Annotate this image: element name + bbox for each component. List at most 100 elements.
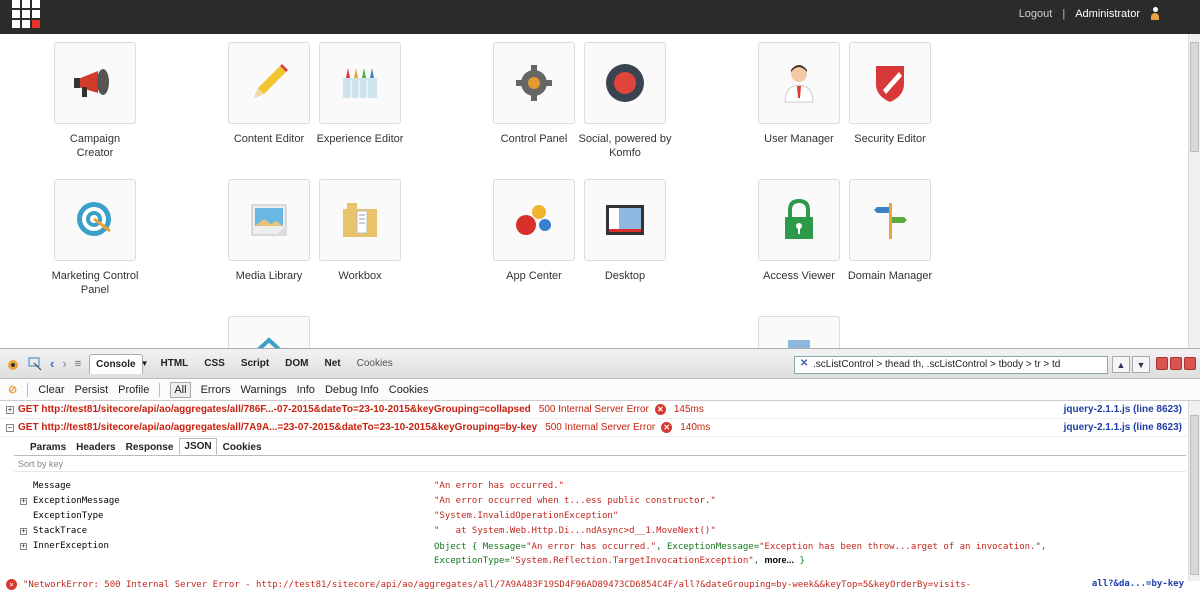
minimize-icon[interactable]: [1156, 357, 1168, 370]
sitecore-logo-icon[interactable]: [12, 0, 40, 28]
filter-errors[interactable]: Errors: [201, 384, 231, 396]
tab-headers[interactable]: Headers: [72, 440, 119, 455]
app-center-icon[interactable]: [493, 179, 575, 261]
request-status: 500 Internal Server Error: [545, 422, 656, 433]
tab-console[interactable]: Console: [89, 353, 143, 374]
filter-debug-info[interactable]: Debug Info: [325, 384, 379, 396]
tab-dom[interactable]: DOM: [281, 355, 312, 372]
folder-icon[interactable]: [319, 179, 401, 261]
inspect-icon[interactable]: [28, 357, 42, 371]
json-row[interactable]: + ExceptionMessage: [20, 496, 120, 510]
tile-partial[interactable]: [758, 316, 840, 348]
logout-link[interactable]: Logout: [1019, 8, 1053, 20]
expand-icon[interactable]: +: [20, 543, 27, 550]
console-scrollbar[interactable]: [1188, 401, 1200, 581]
command-line-icon[interactable]: ≡: [75, 358, 81, 370]
json-row[interactable]: ExceptionType: [20, 511, 103, 525]
json-key: ExceptionMessage: [33, 496, 120, 506]
profile-button[interactable]: Profile: [118, 384, 149, 396]
persist-button[interactable]: Persist: [75, 384, 109, 396]
close-icon[interactable]: ✕: [800, 358, 808, 369]
target-icon[interactable]: [54, 179, 136, 261]
pencil-icon[interactable]: [228, 42, 310, 124]
back-arrow-icon[interactable]: ‹: [50, 356, 54, 371]
chevron-down-icon[interactable]: ▼: [1132, 356, 1150, 373]
signpost-icon[interactable]: [849, 179, 931, 261]
expand-toggle[interactable]: +: [6, 405, 14, 414]
chevron-up-icon[interactable]: ▲: [1112, 356, 1130, 373]
tab-cookies[interactable]: Cookies: [353, 355, 397, 372]
sort-by-key-link[interactable]: Sort by key: [14, 456, 1186, 472]
detach-icon[interactable]: [1170, 357, 1182, 370]
tile-icon-partial[interactable]: [758, 316, 840, 348]
tile-desktop[interactable]: Desktop: [584, 179, 666, 283]
json-row[interactable]: + InnerException: [20, 541, 109, 555]
user-icon[interactable]: [758, 42, 840, 124]
tile-marketing-control-panel[interactable]: Marketing Control Panel: [52, 179, 138, 297]
json-key: StackTrace: [33, 526, 88, 536]
tile-user-manager[interactable]: User Manager: [758, 42, 840, 146]
tile-label: Security Editor: [854, 133, 926, 145]
tile-experience-editor[interactable]: Experience Editor: [317, 42, 403, 146]
source-link[interactable]: jquery-2.1.1.js (line 8623): [1064, 422, 1182, 433]
tab-cookies[interactable]: Cookies: [219, 440, 266, 455]
tile-content-editor[interactable]: Content Editor: [228, 42, 310, 146]
tile-campaign-creator[interactable]: Campaign Creator: [54, 42, 136, 160]
tile-app-center[interactable]: App Center: [493, 179, 575, 283]
tab-json[interactable]: JSON: [179, 438, 217, 455]
json-key: ExceptionType: [33, 511, 104, 521]
tile-social-komfo[interactable]: Social, powered by Komfo: [579, 42, 671, 160]
inner-exception-value[interactable]: Object { Message="An error has occurred.…: [434, 541, 1046, 568]
tile-access-viewer[interactable]: Access Viewer: [758, 179, 840, 283]
tile-workbox[interactable]: Workbox: [319, 179, 401, 283]
tile-media-library[interactable]: Media Library: [228, 179, 310, 283]
request-url[interactable]: GET http://test81/sitecore/api/ao/aggreg…: [18, 422, 537, 433]
scroll-thumb[interactable]: [1190, 42, 1199, 152]
selector-search-input[interactable]: ✕ .scListControl > thead th, .scListContr…: [794, 356, 1108, 374]
more-link[interactable]: more...: [765, 555, 795, 565]
request-row[interactable]: − GET http://test81/sitecore/api/ao/aggr…: [0, 419, 1200, 437]
shield-icon[interactable]: [849, 42, 931, 124]
megaphone-icon[interactable]: [54, 42, 136, 124]
request-url[interactable]: GET http://test81/sitecore/api/ao/aggreg…: [18, 404, 531, 415]
crayons-icon[interactable]: [319, 42, 401, 124]
desktop-icon[interactable]: [584, 179, 666, 261]
tile-control-panel[interactable]: Control Panel: [493, 42, 575, 146]
filter-warnings[interactable]: Warnings: [241, 384, 287, 396]
network-error-row[interactable]: ✕ "NetworkError: 500 Internal Server Erro…: [0, 579, 1200, 591]
page-scrollbar[interactable]: [1188, 34, 1200, 348]
gear-icon[interactable]: [493, 42, 575, 124]
lock-icon[interactable]: [758, 179, 840, 261]
username[interactable]: Administrator: [1075, 8, 1140, 20]
tab-net[interactable]: Net: [321, 355, 345, 372]
tab-html[interactable]: HTML: [156, 355, 192, 372]
tile-partial[interactable]: [228, 316, 310, 348]
source-link[interactable]: jquery-2.1.1.js (line 8623): [1064, 404, 1182, 415]
scroll-thumb[interactable]: [1190, 415, 1199, 575]
komfo-icon[interactable]: [584, 42, 666, 124]
tile-icon-partial[interactable]: [228, 316, 310, 348]
tile-security-editor[interactable]: Security Editor: [849, 42, 931, 146]
filter-cookies[interactable]: Cookies: [389, 384, 429, 396]
tile-domain-manager[interactable]: Domain Manager: [848, 179, 932, 283]
tile-label: Marketing Control Panel: [51, 270, 139, 296]
tab-response[interactable]: Response: [122, 440, 178, 455]
tab-params[interactable]: Params: [26, 440, 70, 455]
expand-icon[interactable]: +: [20, 498, 27, 505]
firebug-icon[interactable]: [6, 357, 20, 371]
request-row[interactable]: + GET http://test81/sitecore/api/ao/aggr…: [0, 401, 1200, 419]
tab-script[interactable]: Script: [237, 355, 273, 372]
filter-info[interactable]: Info: [297, 384, 315, 396]
json-row[interactable]: + StackTrace: [20, 526, 87, 540]
tab-css[interactable]: CSS: [200, 355, 229, 372]
close-icon[interactable]: [1184, 357, 1196, 370]
collapse-toggle[interactable]: −: [6, 423, 14, 432]
expand-icon[interactable]: +: [20, 528, 27, 535]
json-row[interactable]: Message: [20, 481, 71, 495]
chevron-down-icon[interactable]: ▼: [141, 359, 149, 368]
forward-arrow-icon[interactable]: ›: [62, 356, 66, 371]
clear-button[interactable]: Clear: [38, 384, 64, 396]
image-icon[interactable]: [228, 179, 310, 261]
clear-console-icon[interactable]: ⊘: [8, 383, 17, 396]
filter-all[interactable]: All: [170, 381, 191, 398]
